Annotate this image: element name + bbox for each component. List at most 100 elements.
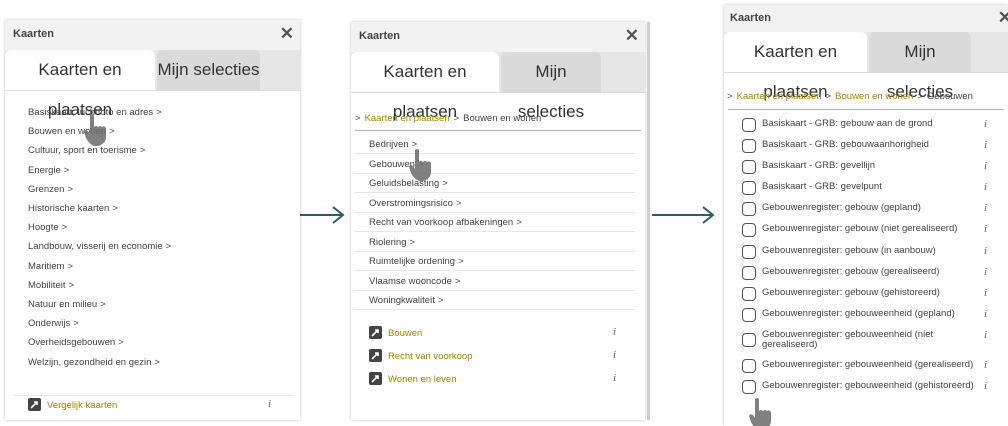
layer-checkbox[interactable] xyxy=(742,287,756,301)
info-icon[interactable]: i xyxy=(613,326,616,338)
info-icon[interactable]: i xyxy=(984,139,987,151)
info-icon[interactable]: i xyxy=(984,160,987,172)
info-icon[interactable]: i xyxy=(984,266,987,278)
info-icon[interactable]: i xyxy=(984,359,987,371)
kaarten-panel-2: Kaarten ✕ Kaarten en plaatsen Mijn selec… xyxy=(351,22,645,420)
category-item-vlaamse-wooncode[interactable]: Vlaamse wooncode > xyxy=(369,276,460,287)
info-icon[interactable]: i xyxy=(984,287,987,299)
category-item-historische-kaarten[interactable]: Historische kaarten > xyxy=(28,203,118,214)
kaarten-panel-3: Kaarten ✕ Kaarten en plaatsen Mijn selec… xyxy=(724,5,1008,426)
category-item-overheidsgebouwen[interactable]: Overheidsgebouwen > xyxy=(28,337,124,348)
layer-checkbox[interactable] xyxy=(742,308,756,322)
layer-label-gebouwenregister-gebouw-gerealiseerd[interactable]: Gebouwenregister: gebouw (gerealiseerd) xyxy=(762,267,939,277)
chevron-right-icon: > xyxy=(109,126,115,137)
chevron-right-icon: > xyxy=(63,165,70,176)
category-item-ruimtelijke-ordening[interactable]: Ruimtelijke ordening > xyxy=(369,256,464,267)
category-label: Hoogte xyxy=(28,222,59,233)
category-item-recht-van-voorkoop-afbakeningen[interactable]: Recht van voorkoop afbakeningen > xyxy=(369,217,522,228)
category-item-energie[interactable]: Energie > xyxy=(28,165,69,176)
layer-checkbox[interactable] xyxy=(742,223,756,237)
map-icon xyxy=(369,326,382,339)
layer-label-gebouwenregister-gebouw-gepland[interactable]: Gebouwenregister: gebouw (gepland) xyxy=(762,203,921,213)
map-item-wonen-en-leven[interactable]: Wonen en leven xyxy=(369,372,457,386)
category-item-maritiem[interactable]: Maritiem > xyxy=(28,261,73,272)
chevron-right-icon: > xyxy=(409,237,416,248)
category-label: Welzijn, gezondheid en gezin xyxy=(28,357,152,368)
chevron-right-icon: > xyxy=(442,178,448,189)
layer-checkbox[interactable] xyxy=(742,181,756,195)
layer-checkbox[interactable] xyxy=(742,245,756,259)
category-item-natuur-en-milieu[interactable]: Natuur en milieu > xyxy=(28,299,106,310)
layer-label-basiskaart-grb-gevelpunt[interactable]: Basiskaart - GRB: gevelpunt xyxy=(762,182,882,192)
info-icon[interactable]: i xyxy=(984,329,987,341)
category-item-riolering[interactable]: Riolering > xyxy=(369,237,415,248)
layer-checkbox[interactable] xyxy=(742,380,756,394)
category-item-onderwijs[interactable]: Onderwijs > xyxy=(28,318,79,329)
category-label: Ruimtelijke ordening xyxy=(369,256,456,267)
layer-checkbox[interactable] xyxy=(742,266,756,280)
layer-label-gebouwenregister-gebouw-gehistoreerd[interactable]: Gebouwenregister: gebouw (gehistoreerd) xyxy=(762,288,940,298)
category-item-grenzen[interactable]: Grenzen > xyxy=(28,184,73,195)
category-label: Grenzen xyxy=(28,184,65,195)
kaarten-panel-1: Kaarten ✕ Kaarten en plaatsen Mijn selec… xyxy=(5,20,300,420)
layer-label-gebouwenregister-gebouweenheid-gepland[interactable]: Gebouwenregister: gebouweenheid (gepland… xyxy=(762,309,955,319)
layer-checkbox[interactable] xyxy=(742,359,756,373)
layer-label-basiskaart-grb-gebouw-aan-de-grond[interactable]: Basiskaart - GRB: gebouw aan de grond xyxy=(762,119,933,129)
info-icon[interactable]: i xyxy=(984,202,987,214)
layer-checkbox[interactable] xyxy=(742,202,756,216)
layer-checkbox[interactable] xyxy=(742,333,756,347)
chevron-right-icon: > xyxy=(112,203,118,214)
category-item-welzijn-gezondheid-en-gezin[interactable]: Welzijn, gezondheid en gezin > xyxy=(28,357,160,368)
info-icon[interactable]: i xyxy=(613,372,616,384)
category-label: Recht van voorkoop afbakeningen xyxy=(369,217,514,228)
category-label: Riolering xyxy=(369,237,407,248)
info-icon[interactable]: i xyxy=(984,308,987,320)
chevron-right-icon: > xyxy=(61,222,68,233)
info-icon[interactable]: i xyxy=(984,245,987,257)
layer-checkbox[interactable] xyxy=(742,118,756,132)
info-icon[interactable]: i xyxy=(268,398,271,410)
category-item-mobiliteit[interactable]: Mobiliteit > xyxy=(28,280,74,291)
info-icon[interactable]: i xyxy=(984,181,987,193)
list-divider xyxy=(355,309,635,310)
hand-cursor-icon xyxy=(408,148,434,187)
layer-checkbox[interactable] xyxy=(742,160,756,174)
layer-label-gebouwenregister-gebouw-niet-gerealiseerd[interactable]: Gebouwenregister: gebouw (niet gerealise… xyxy=(762,224,957,234)
category-item-woningkwaliteit[interactable]: Woningkwaliteit > xyxy=(369,295,443,306)
breadcrumb-chevron: > xyxy=(355,113,361,124)
layer-label-gebouwenregister-gebouweenheid-gerealiseerd[interactable]: Gebouwenregister: gebouweenheid (gereali… xyxy=(762,360,973,370)
info-icon[interactable]: i xyxy=(984,380,987,392)
category-label: Historische kaarten xyxy=(28,203,110,214)
list-divider xyxy=(14,395,294,396)
info-icon[interactable]: i xyxy=(984,118,987,130)
layer-label-gebouwenregister-gebouweenheid-gehistoreerd[interactable]: Gebouwenregister: gebouweenheid (gehisto… xyxy=(762,381,974,391)
chevron-right-icon: > xyxy=(165,241,172,252)
map-item-vergelijk-kaarten[interactable]: Vergelijk kaarten xyxy=(28,398,117,412)
category-item-landbouw-visserij-en-economie[interactable]: Landbouw, visserij en economie > xyxy=(28,241,171,252)
category-list: Basiskaart, luchtfoto en adres > Bouwen en… xyxy=(14,20,298,420)
chevron-right-icon: > xyxy=(454,276,461,287)
category-label: Overstromingsrisico xyxy=(369,198,453,209)
layer-list: Basiskaart - GRB: gebouw aan de grond i Ba… xyxy=(724,5,1008,426)
panel-2-scrollbar[interactable] xyxy=(647,22,650,420)
info-icon[interactable]: i xyxy=(613,349,616,361)
map-icon xyxy=(369,349,382,362)
layer-label-gebouwenregister-gebouweenheid-niet-gerealiseerd[interactable]: Gebouwenregister: gebouweenheid (niet ge… xyxy=(762,330,937,350)
layer-label-basiskaart-grb-gebouwaanhorigheid[interactable]: Basiskaart - GRB: gebouwaanhorigheid xyxy=(762,140,929,150)
category-label: Overheidsgebouwen xyxy=(28,337,116,348)
chevron-right-icon: > xyxy=(118,337,124,348)
chevron-right-icon: > xyxy=(67,261,73,272)
map-item-bouwen[interactable]: Bouwen xyxy=(369,326,423,340)
category-label: Woningkwaliteit xyxy=(369,295,435,306)
list-divider xyxy=(355,231,635,232)
map-label: Bouwen xyxy=(388,328,423,340)
category-item-overstromingsrisico[interactable]: Overstromingsrisico > xyxy=(369,198,462,209)
layer-label-gebouwenregister-gebouw-in-aanbouw[interactable]: Gebouwenregister: gebouw (in aanbouw) xyxy=(762,246,936,256)
info-icon[interactable]: i xyxy=(984,223,987,235)
map-icon xyxy=(28,398,41,411)
list-divider xyxy=(355,212,635,213)
layer-checkbox[interactable] xyxy=(742,139,756,153)
map-item-recht-van-voorkoop[interactable]: Recht van voorkoop xyxy=(369,349,473,363)
layer-label-basiskaart-grb-gevellijn[interactable]: Basiskaart - GRB: gevellijn xyxy=(762,161,875,171)
category-item-hoogte[interactable]: Hoogte > xyxy=(28,222,67,233)
